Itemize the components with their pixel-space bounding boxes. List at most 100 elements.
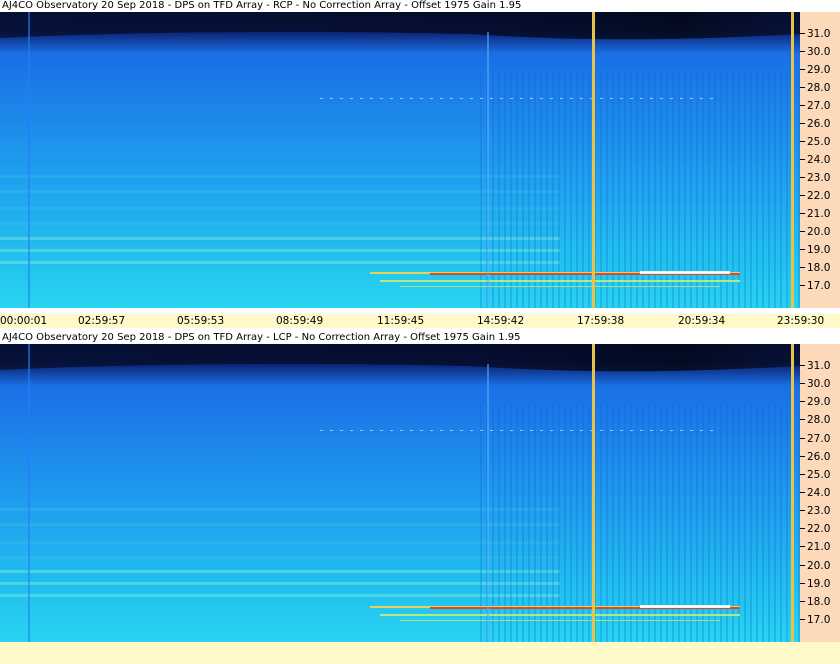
bottom-status-strip bbox=[0, 642, 840, 664]
tick-label: 17.0 bbox=[807, 280, 831, 292]
time-axis: 00:00:01 02:59:57 05:59:53 08:59:49 11:59:45… bbox=[0, 314, 840, 328]
tick-label: 22.0 bbox=[807, 190, 831, 202]
time-marker-line bbox=[592, 344, 595, 642]
tick-label: 26.0 bbox=[807, 118, 831, 130]
tick-mark bbox=[800, 455, 805, 457]
tick-mark bbox=[800, 619, 805, 620]
freq-rcp-tick: 23.0 bbox=[800, 172, 840, 184]
freq-rcp-tick: 28.0 bbox=[800, 82, 840, 94]
tick-label: 25.0 bbox=[807, 136, 831, 148]
freq-lcp-tick: 17.0 bbox=[800, 614, 840, 626]
tick-mark bbox=[800, 437, 805, 439]
time-marker-line bbox=[791, 344, 794, 642]
tick-mark bbox=[800, 365, 805, 366]
tick-label: 21.0 bbox=[807, 208, 831, 220]
freq-lcp-tick: 28.0 bbox=[800, 414, 840, 426]
tick-mark bbox=[800, 285, 805, 286]
freq-lcp-tick: 29.0 bbox=[800, 396, 840, 408]
freq-rcp-tick: 17.0 bbox=[800, 280, 840, 292]
freq-rcp-tick: 21.0 bbox=[800, 208, 840, 220]
tick-mark bbox=[800, 528, 805, 530]
tick-label: 23.0 bbox=[807, 505, 831, 518]
freq-rcp-tick: 29.0 bbox=[800, 64, 840, 76]
tick-label: 24.0 bbox=[807, 154, 831, 166]
tick-mark bbox=[800, 401, 805, 403]
freq-lcp-tick: 24.0 bbox=[800, 487, 840, 499]
tick-mark bbox=[800, 582, 805, 584]
time-tick-label: 00:00:01 bbox=[0, 315, 48, 327]
spectrogram-canvas bbox=[0, 344, 800, 642]
freq-rcp-tick: 24.0 bbox=[800, 154, 840, 166]
tick-label: 18.0 bbox=[807, 262, 831, 274]
freq-lcp-tick: 26.0 bbox=[800, 451, 840, 463]
tick-label: 27.0 bbox=[807, 432, 831, 445]
time-marker-line bbox=[592, 12, 595, 308]
tick-mark bbox=[800, 195, 805, 196]
panel-title-rcp: AJ4CO Observatory 20 Sep 2018 - DPS on T… bbox=[0, 0, 840, 12]
tick-label: 19.0 bbox=[807, 244, 831, 256]
frequency-axis-rcp: 31.0 30.0 29.0 28.0 27.0 26.0 25.0 24.0 23.0 22.0… bbox=[800, 12, 840, 308]
time-tick-label: 11:59:45 bbox=[377, 315, 425, 327]
tick-mark bbox=[800, 231, 805, 232]
tick-label: 28.0 bbox=[807, 414, 831, 427]
tick-mark bbox=[800, 267, 805, 268]
tick-mark bbox=[800, 177, 805, 178]
time-tick-label: 23:59:30 bbox=[777, 315, 825, 327]
tick-mark bbox=[800, 123, 805, 124]
tick-mark bbox=[800, 249, 805, 250]
tick-label: 20.0 bbox=[807, 226, 831, 238]
tick-label: 25.0 bbox=[807, 468, 831, 481]
tick-mark bbox=[800, 473, 805, 475]
tick-label: 26.0 bbox=[807, 450, 831, 463]
tick-mark bbox=[800, 69, 805, 70]
time-tick-label: 02:59:57 bbox=[78, 315, 126, 327]
spectrogram-lcp[interactable] bbox=[0, 344, 800, 642]
tick-mark bbox=[800, 51, 805, 52]
tick-mark bbox=[800, 87, 805, 88]
time-tick-label: 14:59:42 bbox=[477, 315, 525, 327]
tick-label: 31.0 bbox=[807, 360, 831, 372]
tick-mark bbox=[800, 510, 805, 512]
spectrogram-rcp[interactable] bbox=[0, 12, 800, 308]
freq-lcp-tick: 21.0 bbox=[800, 541, 840, 553]
tick-label: 23.0 bbox=[807, 172, 831, 184]
tick-mark bbox=[800, 383, 805, 385]
freq-rcp-tick: 30.0 bbox=[800, 46, 840, 58]
spectrogram-canvas bbox=[0, 12, 800, 308]
freq-lcp-tick: 31.0 bbox=[800, 360, 840, 372]
tick-mark bbox=[800, 33, 805, 34]
tick-label: 18.0 bbox=[807, 595, 831, 608]
tick-label: 24.0 bbox=[807, 487, 831, 499]
time-tick-label: 05:59:53 bbox=[177, 315, 225, 327]
freq-lcp-tick: 22.0 bbox=[800, 523, 840, 535]
tick-label: 27.0 bbox=[807, 100, 831, 112]
tick-label: 17.0 bbox=[807, 614, 831, 626]
frequency-axis-lcp: 31.0 30.0 29.0 28.0 27.0 26.0 25.0 24.0 23.0 22.0… bbox=[800, 344, 840, 642]
freq-lcp-tick: 18.0 bbox=[800, 596, 840, 608]
panel-title-lcp: AJ4CO Observatory 20 Sep 2018 - DPS on T… bbox=[0, 332, 840, 344]
tick-label: 29.0 bbox=[807, 64, 831, 76]
tick-mark bbox=[800, 105, 805, 106]
freq-rcp-tick: 26.0 bbox=[800, 118, 840, 130]
freq-rcp-tick: 22.0 bbox=[800, 190, 840, 202]
freq-rcp-tick: 27.0 bbox=[800, 100, 840, 112]
tick-mark bbox=[800, 159, 805, 160]
freq-rcp-tick: 20.0 bbox=[800, 226, 840, 238]
tick-mark bbox=[800, 600, 805, 602]
tick-mark bbox=[800, 492, 805, 493]
tick-mark bbox=[800, 141, 805, 142]
tick-label: 20.0 bbox=[807, 559, 831, 572]
tick-label: 28.0 bbox=[807, 82, 831, 94]
freq-lcp-tick: 30.0 bbox=[800, 378, 840, 390]
freq-rcp-tick: 18.0 bbox=[800, 262, 840, 274]
tick-label: 19.0 bbox=[807, 577, 831, 590]
freq-lcp-tick: 20.0 bbox=[800, 560, 840, 572]
time-marker-line bbox=[791, 12, 794, 308]
tick-mark bbox=[800, 546, 805, 548]
tick-label: 30.0 bbox=[807, 46, 831, 58]
freq-rcp-tick: 25.0 bbox=[800, 136, 840, 148]
tick-mark bbox=[800, 419, 805, 421]
freq-lcp-tick: 27.0 bbox=[800, 433, 840, 445]
freq-rcp-tick: 31.0 bbox=[800, 28, 840, 40]
freq-lcp-tick: 25.0 bbox=[800, 469, 840, 481]
